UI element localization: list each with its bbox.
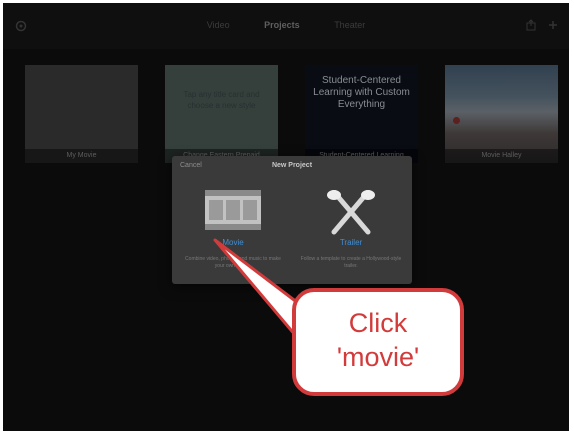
callout-line-1: Click [348,308,408,338]
callout-line-2: 'movie' [336,342,420,372]
callout-pointer [213,238,300,338]
instruction-callout: Click 'movie' [292,288,464,396]
